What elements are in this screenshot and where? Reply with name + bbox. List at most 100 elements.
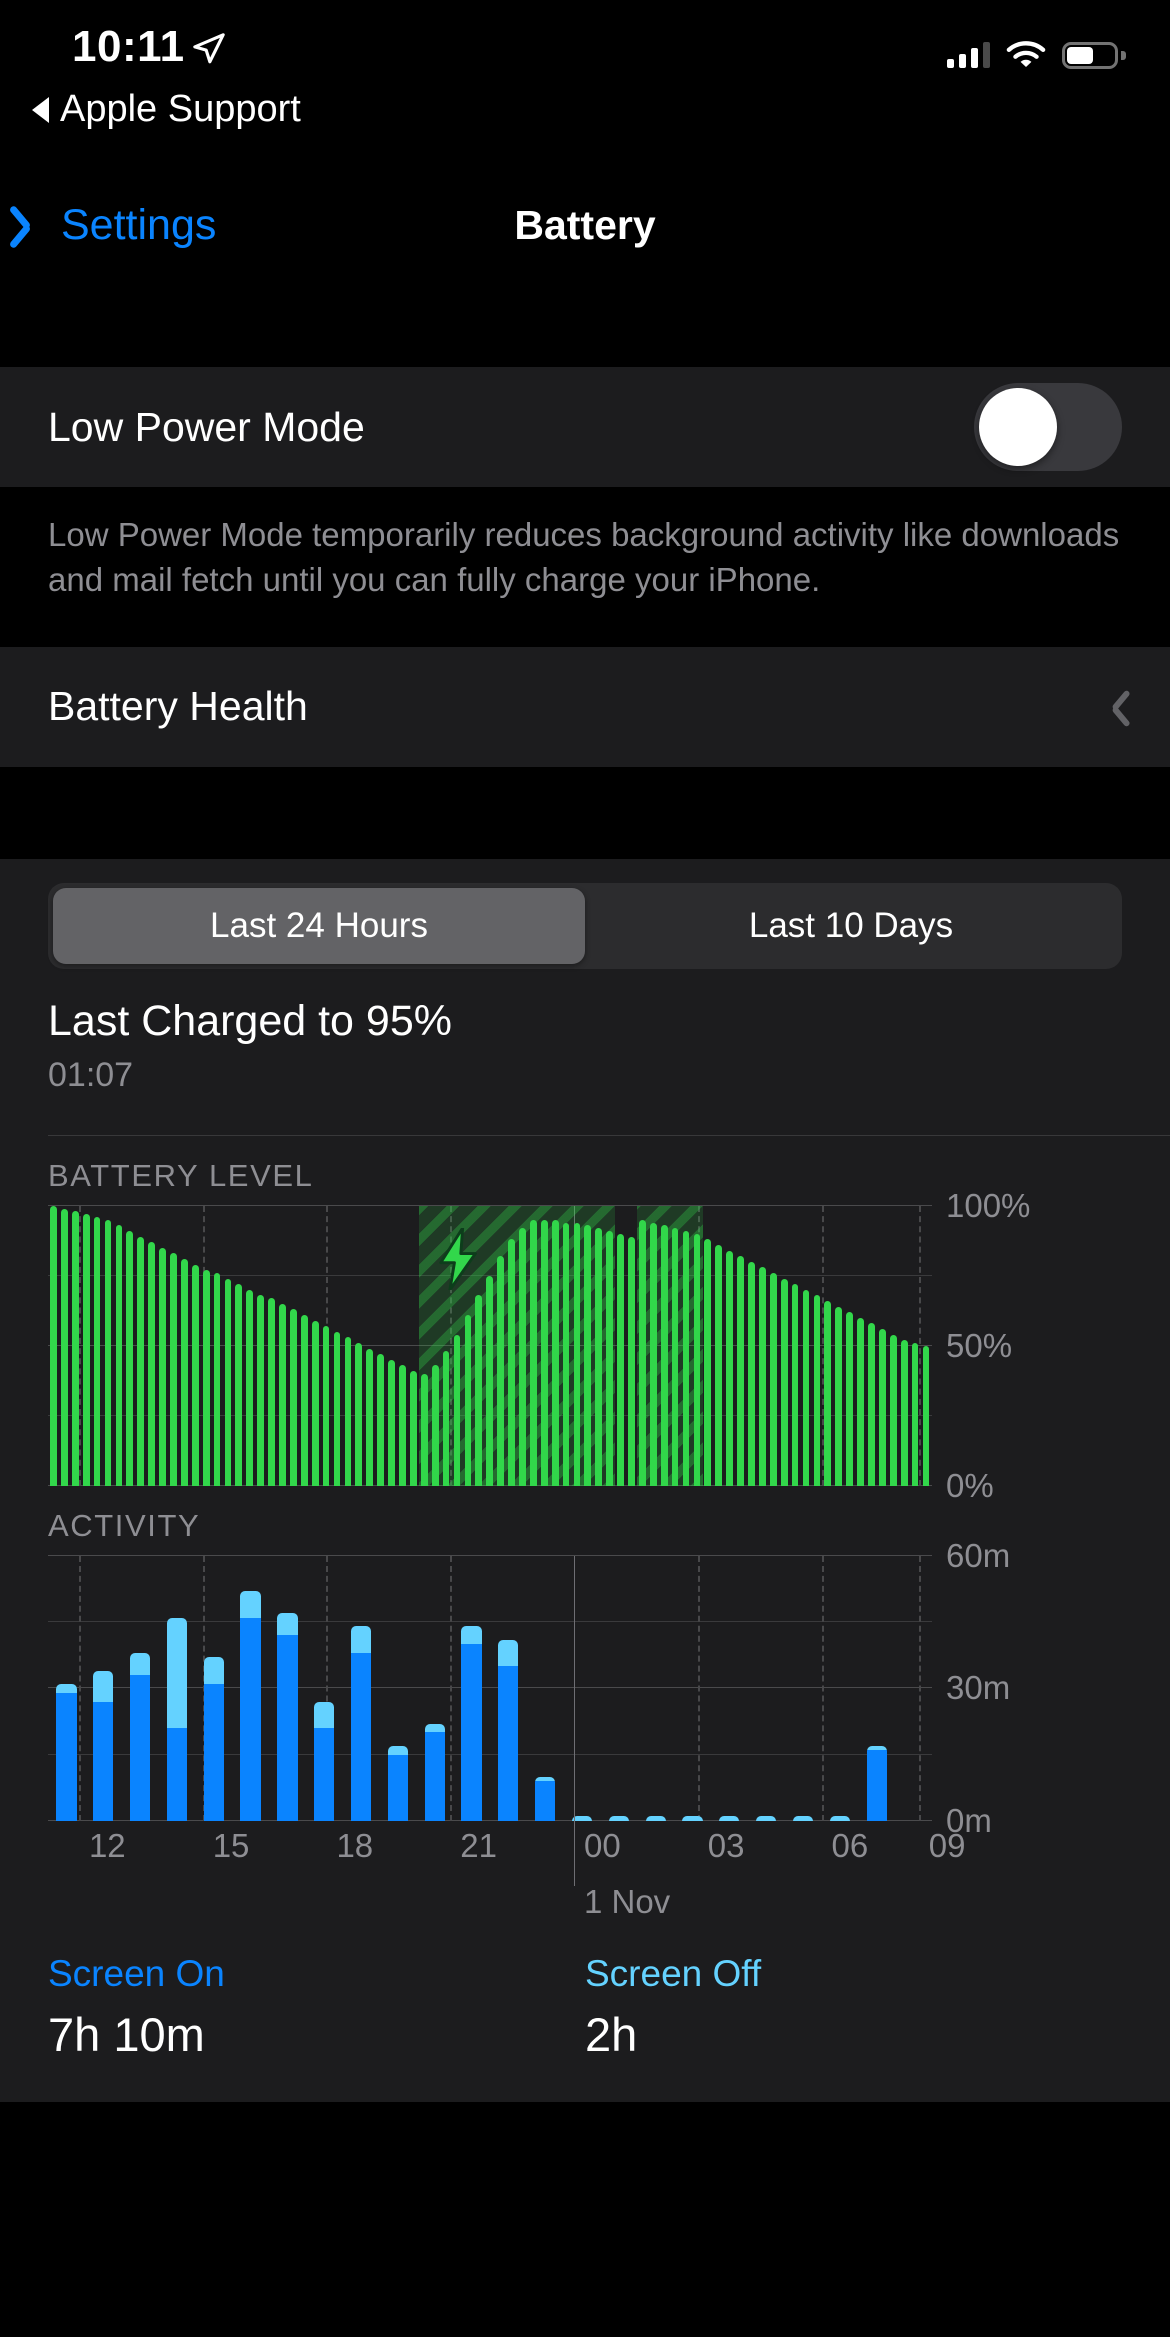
activity-stacked-bar <box>424 1723 445 1821</box>
battery-level-bar <box>878 1328 886 1486</box>
cellular-signal-icon <box>947 42 990 68</box>
activity-stacked-bar <box>535 1776 556 1821</box>
bar-slot <box>779 1206 790 1486</box>
battery-level-bar <box>497 1256 504 1486</box>
activity-x-axis: 12 15 18 21 00 03 06 09 <box>48 1555 1122 1886</box>
bar-slot <box>910 1206 921 1486</box>
activity-stacked-bar <box>240 1591 261 1821</box>
bar-slot <box>539 1206 550 1486</box>
battery-level-bar <box>344 1337 352 1486</box>
battery-level-bar <box>104 1219 112 1486</box>
bar-slot <box>201 1206 212 1486</box>
battery-level-bar <box>508 1239 515 1486</box>
screen-off-segment <box>56 1683 77 1693</box>
battery-level-plot: 0% 50% 100% <box>48 1187 1122 1504</box>
segment-last-10-days[interactable]: Last 10 Days <box>585 888 1117 964</box>
bar-slot <box>430 1206 441 1486</box>
x-tick-label: 15 <box>212 1826 250 1864</box>
battery-health-row[interactable]: Battery Health <box>0 647 1170 767</box>
page-title: Battery <box>514 201 656 248</box>
return-to-app-button[interactable]: Apple Support <box>32 88 301 131</box>
bar-slot <box>232 1556 269 1821</box>
bar-slot <box>453 1556 490 1821</box>
battery-level-bar <box>279 1303 286 1486</box>
activity-stacked-bar <box>56 1683 77 1821</box>
screen-off-segment <box>277 1613 298 1636</box>
bar-slot <box>223 1206 234 1486</box>
bar-slot <box>70 1206 81 1486</box>
back-triangle-icon <box>32 96 49 123</box>
activity-stacked-bar <box>866 1745 887 1821</box>
bar-slot <box>233 1206 244 1486</box>
battery-level-bar <box>93 1216 101 1486</box>
x-tick-label: 03 <box>707 1826 745 1864</box>
usage-legend: Screen On 7h 10m Screen Off 2h <box>0 1938 1170 2102</box>
battery-level-bar <box>50 1205 57 1486</box>
battery-level-bar <box>519 1228 526 1486</box>
battery-level-y-axis: 0% 50% 100% <box>932 1187 1122 1504</box>
activity-plot-wrap: 0m 30m 60m <box>0 1537 1170 1839</box>
battery-level-bar <box>60 1208 68 1486</box>
time-range-segmented-control-wrap: Last 24 Hours Last 10 Days <box>0 858 1170 969</box>
y-tick-label: 50% <box>946 1326 1013 1364</box>
activity-stacked-bar <box>166 1617 188 1821</box>
bar-slot <box>195 1556 232 1821</box>
battery-level-bar <box>660 1225 668 1486</box>
battery-level-bar <box>726 1250 734 1486</box>
battery-level-bar <box>322 1326 330 1486</box>
bar-slot <box>490 1556 527 1821</box>
section-gap-mid <box>0 766 1170 859</box>
battery-level-bar <box>115 1225 123 1486</box>
bar-slot <box>408 1206 419 1486</box>
last-charged-headline: Last Charged to 95% <box>48 996 452 1045</box>
low-power-mode-row[interactable]: Low Power Mode <box>0 367 1170 487</box>
bar-slot <box>561 1206 572 1486</box>
bar-slot <box>299 1206 310 1486</box>
low-power-mode-footnote: Low Power Mode temporarily reduces backg… <box>0 487 1170 647</box>
battery-level-bar <box>802 1289 810 1486</box>
screen-on-segment <box>535 1781 556 1821</box>
x-tick-label: 21 <box>460 1826 497 1864</box>
bar-slot <box>637 1556 674 1821</box>
battery-level-bar <box>464 1314 472 1486</box>
battery-level-bar <box>704 1239 712 1486</box>
battery-level-bar <box>475 1295 483 1486</box>
bar-slot <box>342 1206 353 1486</box>
battery-level-bar <box>540 1219 548 1486</box>
time-range-segmented-control[interactable]: Last 24 Hours Last 10 Days <box>48 882 1122 969</box>
bar-slot <box>452 1206 463 1486</box>
low-power-mode-toggle[interactable] <box>974 383 1122 471</box>
battery-level-bar <box>431 1365 439 1486</box>
toggle-knob <box>979 388 1057 466</box>
screen-off-segment <box>166 1617 188 1729</box>
battery-level-bar <box>170 1253 177 1486</box>
bar-slot <box>801 1206 812 1486</box>
last-charged-info: Last Charged to 95% 01:07 <box>0 968 1170 1113</box>
bar-slot <box>473 1206 484 1486</box>
battery-level-bar <box>71 1211 79 1486</box>
bar-slot <box>81 1206 92 1486</box>
activity-stacked-bar <box>461 1626 482 1821</box>
battery-level-bar <box>551 1219 559 1486</box>
battery-level-bar <box>453 1334 461 1486</box>
bar-slot <box>858 1556 895 1821</box>
bar-slot <box>724 1206 735 1486</box>
back-app-label: Apple Support <box>60 88 301 130</box>
segment-last-24-hours[interactable]: Last 24 Hours <box>53 887 585 964</box>
battery-health-label: Battery Health <box>48 683 308 730</box>
screen-off-segment <box>498 1639 519 1667</box>
bar-slot <box>113 1206 124 1486</box>
bar-slot <box>343 1556 380 1821</box>
battery-level-bar <box>148 1242 155 1486</box>
activity-stacked-bar <box>350 1626 372 1821</box>
bar-slot <box>593 1206 604 1486</box>
battery-level-section: BATTERY LEVEL 0% 50% 100% <box>0 1135 1170 1504</box>
bar-slot <box>288 1206 299 1486</box>
bar-slot <box>441 1206 452 1486</box>
bar-slot <box>59 1206 70 1486</box>
bar-slot <box>179 1206 190 1486</box>
battery-level-bar <box>202 1270 210 1486</box>
screen-on-segment <box>461 1644 482 1821</box>
battery-level-bar <box>409 1370 417 1486</box>
battery-level-bar <box>682 1230 690 1486</box>
